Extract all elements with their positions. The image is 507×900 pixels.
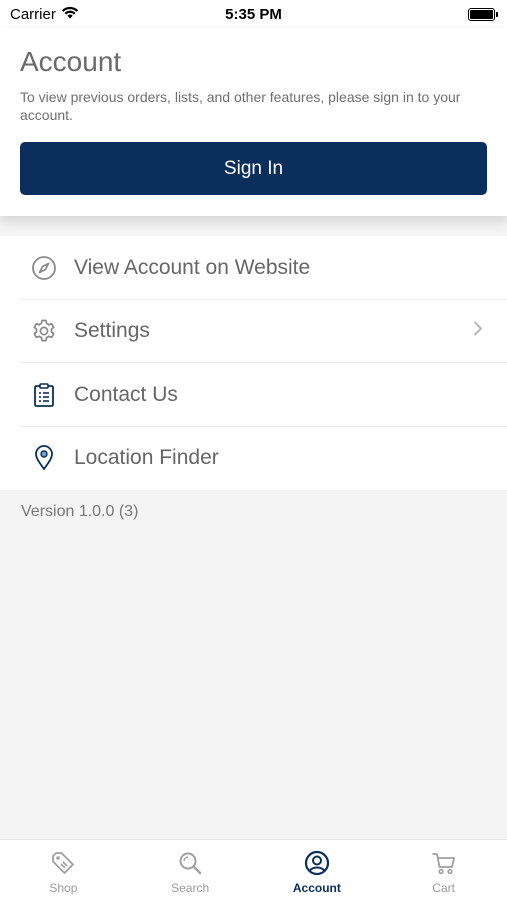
status-bar: Carrier 5:35 PM bbox=[0, 0, 507, 28]
account-menu: View Account on Website Settings Contact… bbox=[0, 236, 507, 490]
sign-in-button[interactable]: Sign In bbox=[20, 142, 487, 195]
menu-item-label: View Account on Website bbox=[74, 255, 311, 279]
app-version: Version 1.0.0 (3) bbox=[21, 503, 139, 520]
menu-item-label: Settings bbox=[74, 319, 150, 343]
gear-icon bbox=[30, 317, 58, 345]
tab-bar: Shop Search Account Cart bbox=[0, 839, 507, 900]
menu-item-settings[interactable]: Settings bbox=[0, 300, 507, 364]
carrier-label: Carrier bbox=[10, 5, 56, 23]
tab-account[interactable]: Account bbox=[254, 840, 381, 900]
tab-label: Account bbox=[292, 881, 341, 895]
search-icon bbox=[176, 849, 204, 877]
tab-cart[interactable]: Cart bbox=[380, 840, 507, 900]
tab-search[interactable]: Search bbox=[127, 840, 254, 900]
cart-icon bbox=[430, 849, 458, 877]
compass-icon bbox=[30, 254, 58, 282]
sign-in-prompt: To view previous orders, lists, and othe… bbox=[20, 89, 461, 123]
wifi-icon bbox=[61, 6, 79, 23]
battery-fill bbox=[470, 9, 493, 19]
tag-icon bbox=[49, 849, 77, 877]
battery-icon bbox=[468, 7, 498, 21]
tab-label: Search bbox=[171, 881, 210, 895]
account-icon bbox=[303, 849, 331, 877]
account-screen: Carrier 5:35 PM Account To view previous… bbox=[0, 0, 507, 900]
menu-item-location-finder[interactable]: Location Finder bbox=[0, 427, 507, 491]
clipboard-icon bbox=[30, 381, 58, 409]
menu-item-contact-us[interactable]: Contact Us bbox=[0, 363, 507, 427]
location-pin-icon bbox=[30, 444, 58, 472]
page-title: Account bbox=[20, 46, 122, 77]
chevron-right-icon bbox=[473, 321, 483, 342]
tab-label: Cart bbox=[432, 881, 455, 895]
menu-item-label: Contact Us bbox=[74, 382, 178, 406]
menu-item-label: Location Finder bbox=[74, 446, 219, 470]
menu-item-view-account-website[interactable]: View Account on Website bbox=[0, 236, 507, 300]
tab-label: Shop bbox=[49, 881, 78, 895]
account-header: Account To view previous orders, lists, … bbox=[0, 28, 507, 216]
status-left: Carrier bbox=[10, 6, 79, 23]
tab-shop[interactable]: Shop bbox=[0, 840, 127, 900]
